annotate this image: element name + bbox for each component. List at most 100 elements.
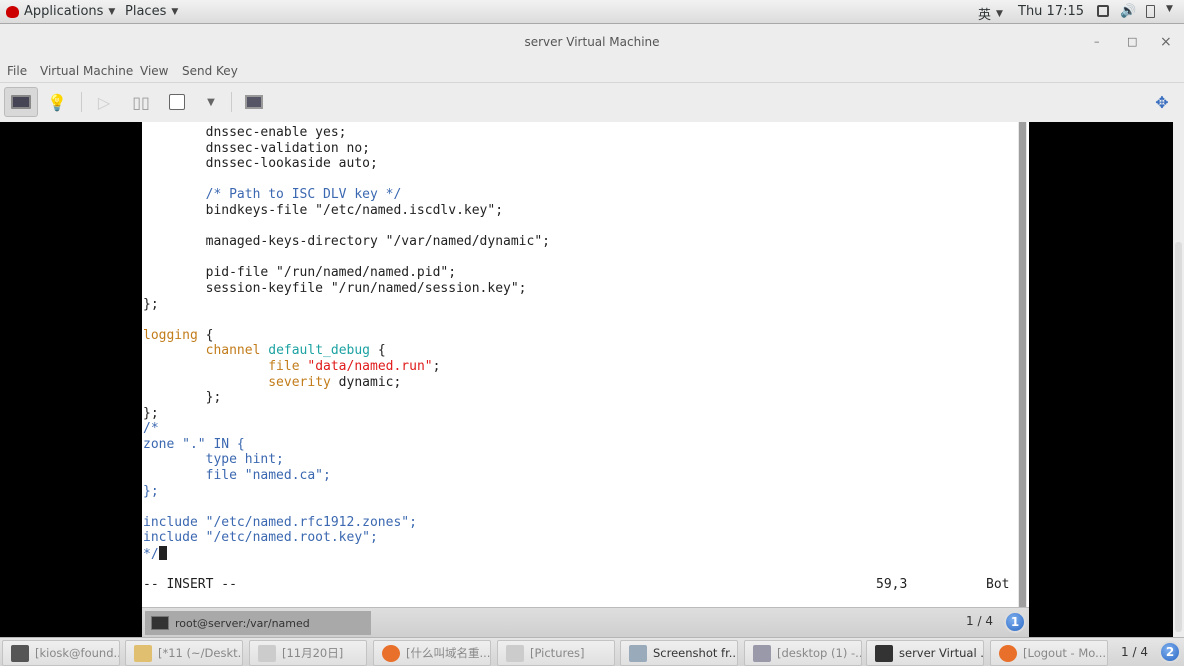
- pause-button[interactable]: ▯▯: [124, 87, 158, 117]
- monitor-icon: [11, 95, 31, 109]
- toolbar-separator: [231, 92, 232, 112]
- code-line: dnssec-lookaside auto;: [143, 156, 550, 172]
- taskbar-item[interactable]: [11月20日]: [249, 640, 367, 666]
- code-line: type hint;: [143, 452, 550, 468]
- system-menu-chevron-icon[interactable]: ▼: [1166, 4, 1173, 14]
- guest-task-terminal[interactable]: root@server:/var/named: [145, 611, 371, 635]
- workspace-badge[interactable]: 2: [1159, 641, 1181, 663]
- taskbar-item[interactable]: [kiosk@found...: [2, 640, 120, 666]
- menu-virtual-machine[interactable]: Virtual Machine: [40, 64, 133, 78]
- code-token: /*: [143, 421, 159, 437]
- virt-manager-icon: [875, 644, 893, 662]
- workspace-badge[interactable]: 1: [1004, 611, 1026, 633]
- places-label: Places: [125, 4, 167, 19]
- taskbar-item[interactable]: [什么叫域名重...: [373, 640, 491, 666]
- scrollbar-thumb[interactable]: [1019, 122, 1026, 607]
- console-button[interactable]: [4, 87, 38, 117]
- input-method-menu[interactable]: 英 ▼: [978, 4, 1003, 23]
- code-token: };: [143, 390, 222, 406]
- code-line: /* Path to ISC DLV key */: [143, 187, 550, 203]
- places-menu[interactable]: Places ▼: [125, 4, 178, 19]
- firefox-icon: [999, 644, 1017, 662]
- battery-icon[interactable]: [1146, 5, 1155, 18]
- terminal-scrollbar[interactable]: [1018, 122, 1027, 607]
- code-line: };: [143, 297, 550, 313]
- code-line: managed-keys-directory "/var/named/dynam…: [143, 234, 550, 250]
- code-line: */: [143, 546, 550, 562]
- applications-menu[interactable]: Applications ▼: [6, 4, 115, 19]
- code-line: session-keyfile "/run/named/session.key"…: [143, 281, 550, 297]
- fullscreen-button[interactable]: ✥: [1145, 87, 1179, 117]
- taskbar-item[interactable]: [desktop (1) -...: [744, 640, 862, 666]
- guest-bottom-panel: root@server:/var/named 1 / 4 1: [142, 607, 1029, 637]
- play-icon: ▷: [97, 92, 111, 112]
- code-token: logging: [143, 327, 198, 343]
- input-method-label: 英: [978, 8, 992, 23]
- run-button[interactable]: ▷: [87, 87, 121, 117]
- code-line: file "data/named.run";: [143, 359, 550, 375]
- taskbar-item-label: [Logout - Mo...: [1023, 646, 1107, 660]
- chevron-down-icon: ▼: [996, 8, 1003, 19]
- workspace-pager[interactable]: 1 / 4: [1121, 645, 1148, 659]
- code-token: default_debug: [268, 343, 370, 359]
- code-token: file: [268, 358, 300, 374]
- code-line: dnssec-enable yes;: [143, 125, 550, 141]
- vim-buffer[interactable]: dnssec-enable yes; dnssec-validation no;…: [143, 125, 550, 562]
- host-taskbar: 1 / 4 2 [kiosk@found... [*11 (~/Deskt... […: [0, 637, 1184, 666]
- clock[interactable]: Thu 17:15: [1018, 4, 1084, 19]
- pause-icon: ▯▯: [132, 92, 150, 112]
- menu-view[interactable]: View: [140, 64, 168, 78]
- taskbar-item[interactable]: [*11 (~/Deskt...: [125, 640, 243, 666]
- guest-terminal[interactable]: dnssec-enable yes; dnssec-validation no;…: [142, 122, 1029, 607]
- code-token: {: [370, 343, 386, 359]
- code-line: bindkeys-file "/etc/named.iscdlv.key";: [143, 203, 550, 219]
- terminal-icon: [11, 644, 29, 662]
- vim-mode: -- INSERT --: [143, 577, 237, 592]
- menu-file[interactable]: File: [7, 64, 27, 78]
- top-panel: Applications ▼ Places ▼ 英 ▼ Thu 17:15 🔊 ▼: [0, 0, 1184, 24]
- maximize-button[interactable]: □: [1127, 24, 1137, 60]
- power-icon: [169, 94, 185, 110]
- applications-label: Applications: [24, 4, 104, 19]
- lightbulb-icon: 💡: [47, 92, 67, 112]
- window-title: server Virtual Machine: [524, 35, 660, 49]
- snapshots-icon: [245, 95, 263, 109]
- window-icon[interactable]: [1097, 5, 1109, 17]
- code-token: */: [143, 547, 159, 563]
- text-cursor: [158, 546, 167, 561]
- taskbar-item[interactable]: Screenshot fr...: [620, 640, 738, 666]
- taskbar-item[interactable]: [Pictures]: [497, 640, 615, 666]
- workspace-pager[interactable]: 1 / 4: [966, 614, 993, 628]
- snapshots-button[interactable]: [237, 87, 271, 117]
- redhat-icon: [6, 5, 19, 18]
- taskbar-item-label: [Pictures]: [530, 646, 585, 660]
- taskbar-item[interactable]: server Virtual ...: [866, 640, 984, 666]
- taskbar-item-label: [11月20日]: [282, 646, 344, 660]
- scrollbar-thumb[interactable]: [1175, 242, 1182, 632]
- minimize-button[interactable]: –: [1094, 24, 1100, 60]
- menu-send-key[interactable]: Send Key: [182, 64, 238, 78]
- code-token: dnssec-enable yes;: [143, 125, 347, 140]
- code-token: dnssec-validation no;: [143, 140, 370, 156]
- close-button[interactable]: ×: [1160, 24, 1172, 60]
- code-token: file "named.ca";: [143, 468, 331, 484]
- code-token: session-keyfile "/run/named/session.key"…: [143, 280, 527, 296]
- toolbar-separator: [81, 92, 82, 112]
- shutdown-button[interactable]: [160, 87, 194, 117]
- toolbar: 💡 ▷ ▯▯ ▼ ✥: [0, 83, 1184, 122]
- volume-icon[interactable]: 🔊: [1120, 4, 1136, 19]
- code-token: include "/etc/named.rfc1912.zones";: [143, 514, 417, 530]
- details-button[interactable]: 💡: [40, 87, 74, 117]
- terminal-icon: [151, 616, 169, 630]
- code-token: severity: [268, 374, 331, 390]
- taskbar-item[interactable]: [Logout - Mo...: [990, 640, 1108, 666]
- menu-bar: File Virtual Machine View Send Key: [0, 60, 1184, 83]
- code-line: };: [143, 390, 550, 406]
- shutdown-dropdown-chevron-icon[interactable]: ▼: [194, 87, 228, 117]
- host-scrollbar[interactable]: [1173, 122, 1184, 637]
- firefox-icon: [382, 644, 400, 662]
